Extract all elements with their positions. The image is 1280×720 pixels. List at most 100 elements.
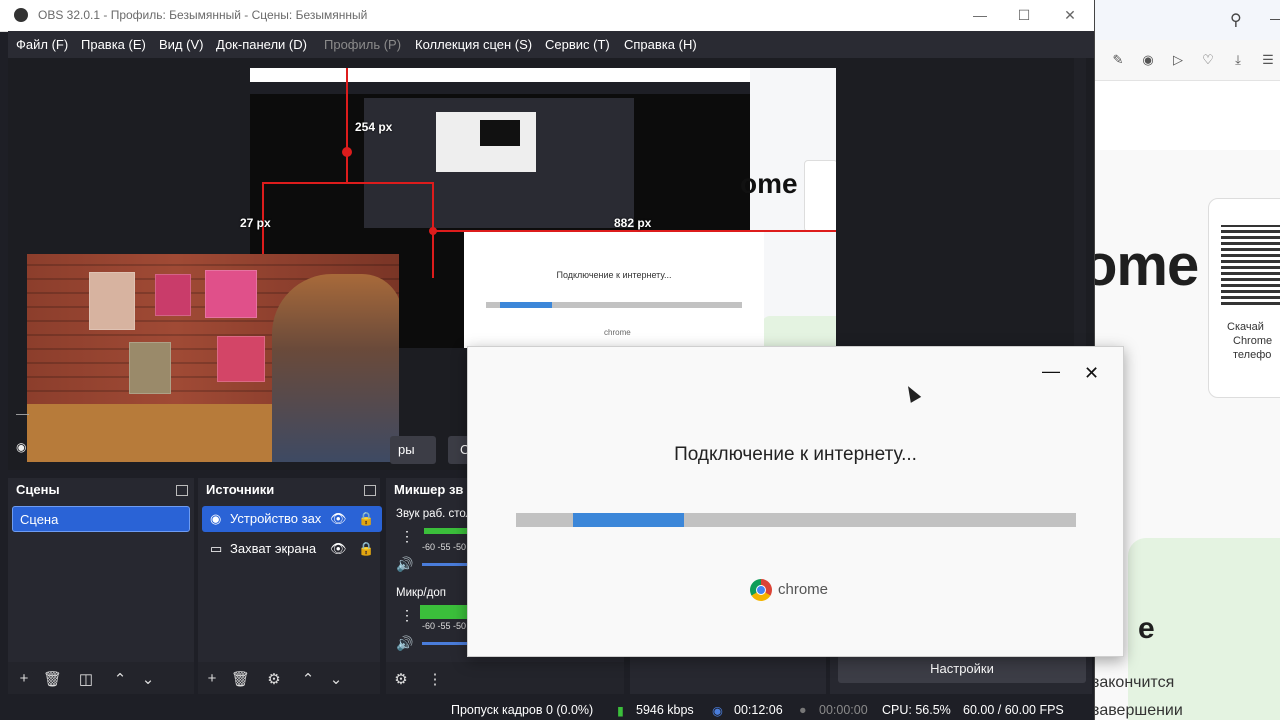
dropped-frames: Пропуск кадров 0 (0.0%) bbox=[451, 703, 594, 717]
progress-track bbox=[516, 513, 1076, 527]
footer-line-1: закончится bbox=[1092, 674, 1175, 691]
lock-icon[interactable]: 🔒 bbox=[358, 506, 374, 532]
qr-caption-3: телефо bbox=[1233, 349, 1272, 361]
guide-horizontal-right bbox=[434, 230, 836, 232]
close-button[interactable]: ✕ bbox=[1050, 4, 1090, 26]
add-icon[interactable]: + bbox=[15, 670, 33, 687]
nested-installer-brand: chrome bbox=[604, 328, 631, 337]
kebab-menu-icon[interactable]: ⋮ bbox=[400, 528, 414, 545]
controls-partial-button[interactable]: ры bbox=[390, 436, 436, 464]
window-minimize-icon[interactable]: — bbox=[1270, 10, 1280, 26]
filter-icon[interactable]: ◫ bbox=[77, 670, 95, 688]
green-card-text: e bbox=[1138, 612, 1155, 645]
chrome-headline: ome bbox=[1082, 233, 1199, 298]
painting bbox=[89, 272, 135, 330]
webcam-source[interactable] bbox=[27, 254, 399, 462]
installer-brand: chrome bbox=[778, 581, 829, 598]
mixer-channel-name: Микр/доп bbox=[396, 587, 446, 599]
guide-handle[interactable] bbox=[429, 227, 437, 235]
green-card: e bbox=[1128, 538, 1280, 720]
cpu-usage: CPU: 56.5% bbox=[882, 703, 951, 717]
guide-label-left: 27 px bbox=[240, 216, 271, 230]
qr-card: Скачай Chrome телефо bbox=[1208, 198, 1280, 398]
footer-line-2: завершении bbox=[1092, 702, 1183, 719]
undock-icon[interactable] bbox=[364, 485, 376, 496]
menu-profile[interactable]: Профиль (P) bbox=[324, 37, 401, 52]
move-up-icon[interactable]: ⌃ bbox=[299, 670, 317, 688]
scenes-dock: Сцены Сцена + 🗑 ◫ ⌃ ⌄ bbox=[8, 478, 194, 694]
move-up-icon[interactable]: ⌃ bbox=[111, 670, 129, 688]
record-icon: ● bbox=[799, 703, 807, 717]
source-label: Устройство зах bbox=[230, 511, 322, 526]
installer-message: Подключение к интернету... bbox=[674, 444, 917, 465]
nested-green-card bbox=[762, 316, 836, 348]
bitrate: 5946 kbps bbox=[636, 703, 694, 717]
menu-help[interactable]: Справка (H) bbox=[624, 37, 697, 52]
source-label: Захват экрана bbox=[230, 541, 317, 556]
undock-icon[interactable] bbox=[176, 485, 188, 496]
webcam-person bbox=[272, 274, 399, 462]
guide-label-right: 882 px bbox=[614, 216, 652, 230]
menubar: Файл (F) Правка (E) Вид (V) Док-панели (… bbox=[8, 31, 1094, 58]
obs-logo-icon bbox=[14, 8, 28, 22]
qr-caption-2: Chrome bbox=[1233, 335, 1273, 347]
nested-progress-track bbox=[486, 302, 742, 308]
settings-button[interactable]: Настройки bbox=[838, 655, 1086, 683]
menu-icon[interactable]: ☰ bbox=[1260, 52, 1276, 68]
painting bbox=[217, 336, 265, 382]
maximize-button[interactable]: ☐ bbox=[1004, 4, 1044, 26]
speaker-icon[interactable]: 🔊 bbox=[396, 556, 413, 573]
record-time: 00:00:00 bbox=[819, 703, 868, 717]
nested-progress-fill bbox=[500, 302, 552, 308]
heart-icon[interactable]: ♡ bbox=[1200, 52, 1216, 68]
nested-obs-titlebar bbox=[250, 68, 750, 82]
trash-icon[interactable]: 🗑 bbox=[231, 670, 250, 688]
controls-partial-button-2[interactable]: С bbox=[448, 436, 469, 464]
scene-item[interactable]: Сцена bbox=[12, 506, 190, 532]
source-item-webcam[interactable]: ◉ Устройство зах 👁 🔒 bbox=[202, 506, 382, 532]
guide-handle[interactable] bbox=[342, 147, 352, 157]
qr-code bbox=[1221, 225, 1280, 305]
qr-caption-1: Скачай bbox=[1227, 321, 1264, 333]
add-icon[interactable]: + bbox=[203, 670, 221, 687]
sources-dock-title: Источники bbox=[206, 482, 275, 497]
menu-scene-collection[interactable]: Коллекция сцен (S) bbox=[415, 37, 532, 52]
browser-tabstrip: ⚲ — bbox=[1094, 0, 1280, 40]
menu-view[interactable]: Вид (V) bbox=[159, 37, 203, 52]
edit-icon[interactable]: ✎ bbox=[1110, 52, 1126, 68]
move-down-icon[interactable]: ⌄ bbox=[139, 670, 157, 688]
lock-icon[interactable]: 🔒 bbox=[358, 536, 374, 562]
gear-icon[interactable]: ⚙ bbox=[265, 670, 283, 688]
kebab-menu-icon[interactable]: ⋮ bbox=[426, 670, 444, 688]
nested-installer-dialog: Подключение к интернету... chrome bbox=[464, 232, 764, 348]
minimize-icon[interactable]: — bbox=[1042, 361, 1060, 382]
menu-edit[interactable]: Правка (E) bbox=[81, 37, 146, 52]
kebab-menu-icon[interactable]: ⋮ bbox=[400, 607, 414, 624]
move-down-icon[interactable]: ⌄ bbox=[327, 670, 345, 688]
nested-installer-message: Подключение к интернету... bbox=[556, 270, 672, 280]
sources-dock: Источники ◉ Устройство зах 👁 🔒 ▭ Захват … bbox=[198, 478, 382, 694]
eye-icon[interactable]: 👁 bbox=[330, 536, 347, 562]
menu-docks[interactable]: Док-панели (D) bbox=[216, 37, 307, 52]
source-item-screen[interactable]: ▭ Захват экрана 👁 🔒 bbox=[202, 536, 382, 562]
speaker-icon[interactable]: 🔊 bbox=[396, 635, 413, 652]
fps-readout: 60.00 / 60.00 FPS bbox=[963, 703, 1064, 717]
camera-icon[interactable]: ◉ bbox=[16, 440, 28, 454]
eye-icon[interactable]: 👁 bbox=[330, 506, 347, 532]
meter-scale: -60 -55 -50 bbox=[422, 542, 467, 552]
menu-tools[interactable]: Сервис (T) bbox=[545, 37, 610, 52]
scenes-dock-title: Сцены bbox=[16, 482, 60, 497]
minimize-button[interactable]: — bbox=[960, 4, 1000, 26]
play-icon[interactable]: ▷ bbox=[1170, 52, 1186, 68]
menu-file[interactable]: Файл (F) bbox=[16, 37, 68, 52]
camera-source-icon: ◉ bbox=[210, 511, 222, 526]
painting bbox=[129, 342, 171, 394]
camera-icon[interactable]: ◉ bbox=[1140, 52, 1156, 68]
trash-icon[interactable]: 🗑 bbox=[43, 670, 62, 688]
splitter-minus-icon[interactable]: — bbox=[16, 406, 29, 421]
scene-item-label: Сцена bbox=[20, 512, 59, 527]
download-icon[interactable]: ⤓ bbox=[1230, 52, 1246, 68]
close-icon[interactable]: ✕ bbox=[1084, 363, 1099, 384]
advanced-audio-gear-icon[interactable]: ⚙ bbox=[392, 670, 410, 688]
search-icon[interactable]: ⚲ bbox=[1230, 10, 1242, 30]
